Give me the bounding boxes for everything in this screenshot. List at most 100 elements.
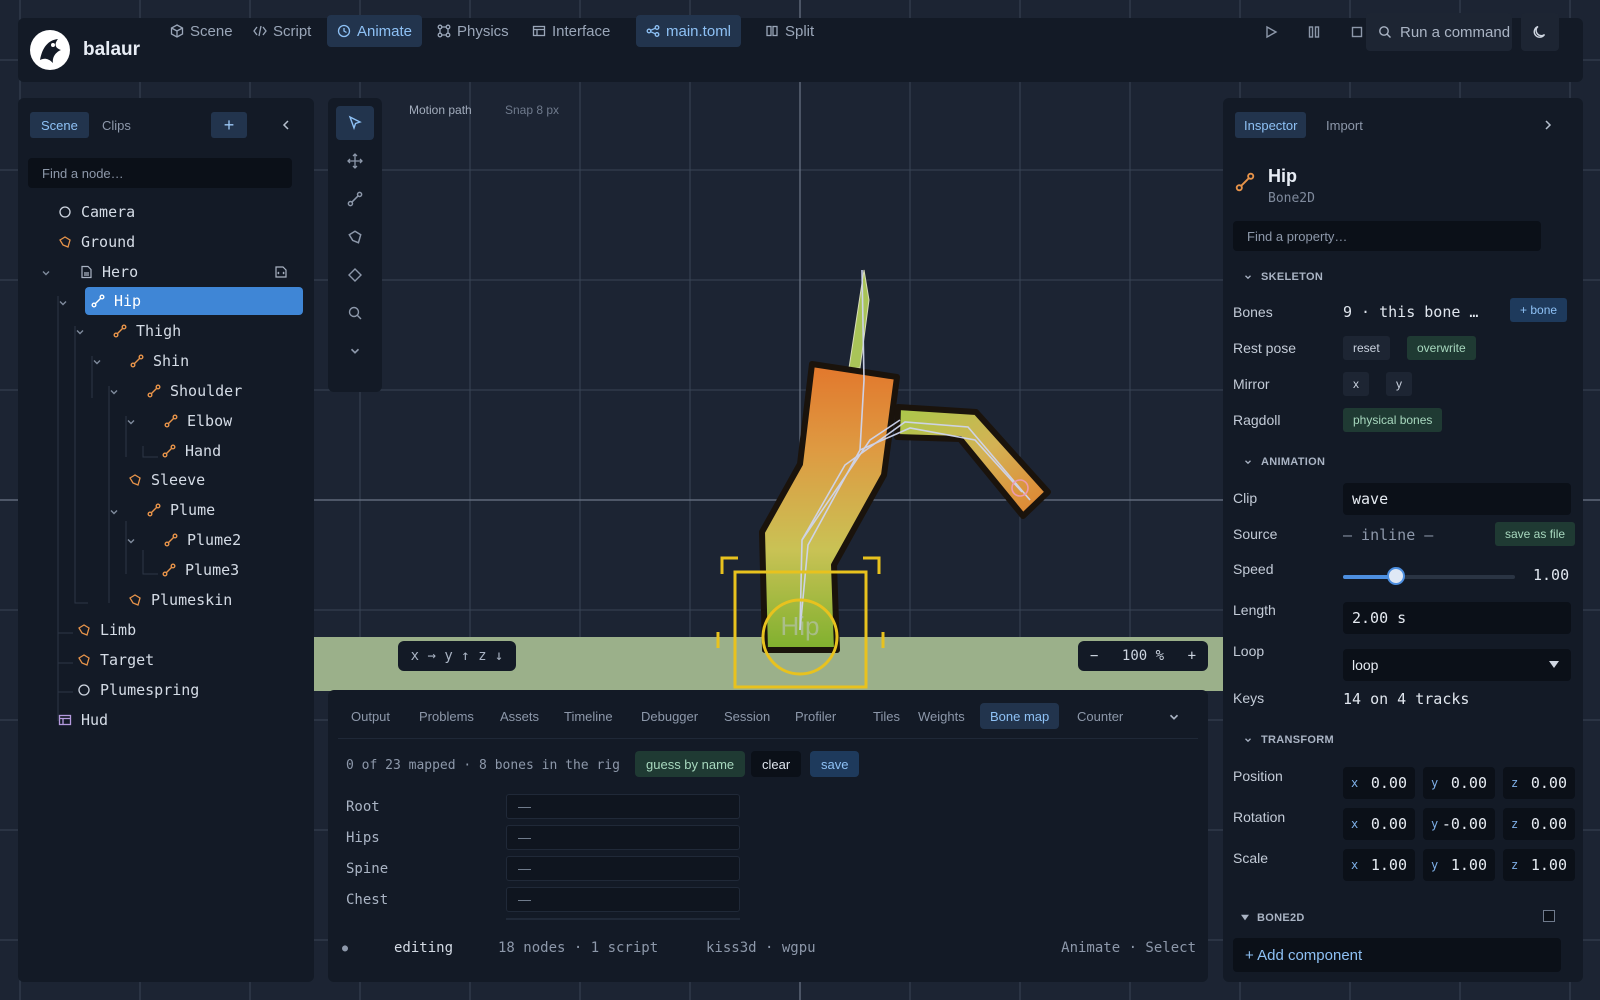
save-button[interactable]: save [810,751,860,777]
scale-z-field[interactable]: z 1.00 [1503,849,1575,881]
section-skeleton[interactable]: SKELETON [1243,271,1323,283]
tree-node-plume[interactable]: Plume [141,496,215,524]
tree-node-hip[interactable]: Hip [85,287,303,315]
chevron-down-icon[interactable] [108,386,120,398]
chevron-down-icon[interactable] [125,416,137,428]
position-y-field[interactable]: y 0.00 [1423,767,1495,799]
length-field[interactable]: 2.00 s [1343,602,1571,634]
section-transform[interactable]: TRANSFORM [1243,734,1334,746]
tab-output[interactable]: Output [341,703,400,729]
chevron-down-icon[interactable] [1167,710,1181,724]
position-z-field[interactable]: z 0.00 [1503,767,1575,799]
tree-node-plumeskin[interactable]: Plumeskin [122,586,232,614]
snap-toggle[interactable]: Snap 8 px [505,103,559,117]
tab-tiles[interactable]: Tiles [863,703,910,729]
tree-node-hand[interactable]: Hand [156,437,221,465]
chevron-down-icon[interactable] [74,326,86,338]
tab-problems[interactable]: Problems [409,703,484,729]
tab-assets[interactable]: Assets [490,703,549,729]
file-tab-main-toml[interactable]: main.toml [636,15,742,47]
scale-y-field[interactable]: y 1.00 [1423,849,1495,881]
nav-animate[interactable]: Animate [327,15,423,47]
nav-interface[interactable]: Interface [522,15,620,47]
tab-import[interactable]: Import [1317,112,1372,138]
more-tools-button[interactable] [336,334,374,368]
tab-profiler[interactable]: Profiler [785,703,846,729]
pause-button[interactable] [1302,20,1326,44]
mirror-x-button[interactable]: x [1343,372,1369,396]
bone-tool[interactable] [336,182,374,216]
section-bone2d[interactable]: BONE2D [1241,912,1305,924]
tab-session[interactable]: Session [714,703,780,729]
tab-debugger[interactable]: Debugger [631,703,708,729]
tree-node-thigh[interactable]: Thigh [107,317,181,345]
loop-select[interactable]: loop [1343,649,1571,681]
bone-label: Hip [780,611,819,641]
bone-map-field-hips[interactable]: — [506,825,740,850]
bone-map-field-spine[interactable]: — [506,856,740,881]
tab-weights[interactable]: Weights [908,703,975,729]
save-as-file-button[interactable]: save as file [1495,522,1576,546]
zoom-in-button[interactable]: + [1188,648,1196,664]
nav-scene[interactable]: Scene [160,15,243,47]
add-bone-button[interactable]: + bone [1510,298,1568,322]
tree-node-ground[interactable]: Ground [52,228,135,256]
tab-counter[interactable]: Counter [1067,703,1133,729]
scale-x-field[interactable]: x 1.00 [1343,849,1415,881]
clip-field[interactable]: wave [1343,483,1571,515]
chevron-down-icon[interactable] [40,267,52,279]
bone-map-field-chest[interactable]: — [506,887,740,912]
theme-toggle[interactable] [1521,13,1559,51]
tree-node-limb[interactable]: Limb [71,616,136,644]
command-palette-button[interactable]: Run a command [1366,13,1512,51]
zoom-out-button[interactable]: − [1090,648,1098,664]
tab-bone-map[interactable]: Bone map [980,703,1060,729]
speed-slider[interactable] [1343,567,1515,585]
add-component-button[interactable]: + Add component [1233,938,1561,972]
tree-node-plume3[interactable]: Plume3 [156,556,239,584]
tree-node-hud[interactable]: Hud [52,706,108,734]
tree-node-sleeve[interactable]: Sleeve [122,466,205,494]
nav-physics[interactable]: Physics [427,15,519,47]
polygon-tool[interactable] [336,220,374,254]
component-menu-icon[interactable] [1543,910,1555,922]
chevron-right-icon[interactable] [1542,119,1554,131]
move-tool[interactable] [336,144,374,178]
rotation-x-field[interactable]: x 0.00 [1343,808,1415,840]
zoom-tool[interactable] [336,296,374,330]
chevron-down-icon[interactable] [125,535,137,547]
tree-node-plume2[interactable]: Plume2 [158,526,241,554]
tab-inspector[interactable]: Inspector [1235,112,1307,138]
clear-button[interactable]: clear [751,751,802,777]
tab-timeline[interactable]: Timeline [554,703,623,729]
tree-node-target[interactable]: Target [71,646,154,674]
mirror-y-button[interactable]: y [1386,372,1412,396]
position-x-field[interactable]: x 0.00 [1343,767,1415,799]
chevron-down-icon[interactable] [91,356,103,368]
tree-node-plumespring[interactable]: Plumespring [71,676,199,704]
property-search-input[interactable] [1233,221,1541,251]
section-animation[interactable]: ANIMATION [1243,456,1325,468]
speed-slider-thumb[interactable] [1387,567,1406,585]
keyframe-tool[interactable] [336,258,374,292]
tree-node-camera[interactable]: Camera [52,198,135,226]
chevron-down-icon[interactable] [108,506,120,518]
overwrite-button[interactable]: overwrite [1407,336,1476,360]
rotation-z-field[interactable]: z 0.00 [1503,808,1575,840]
motion-path-toggle[interactable]: Motion path [409,103,472,117]
guess-by-name-button[interactable]: guess by name [635,751,746,777]
tree-node-shin[interactable]: Shin [124,347,189,375]
select-tool[interactable] [336,106,374,140]
script-attached-icon[interactable] [274,265,288,279]
physical-bones-button[interactable]: physical bones [1343,408,1443,432]
tree-node-hero[interactable]: Hero [73,258,138,286]
reset-button[interactable]: reset [1343,336,1390,360]
chevron-down-icon[interactable] [57,297,69,309]
split-button[interactable]: Split [755,15,824,47]
tree-node-shoulder[interactable]: Shoulder [141,377,242,405]
bone-map-field-root[interactable]: — [506,794,740,819]
nav-script[interactable]: Script [243,15,321,47]
rotation-y-field[interactable]: y -0.00 [1423,808,1495,840]
tree-node-elbow[interactable]: Elbow [158,407,232,435]
play-button[interactable] [1259,20,1283,44]
